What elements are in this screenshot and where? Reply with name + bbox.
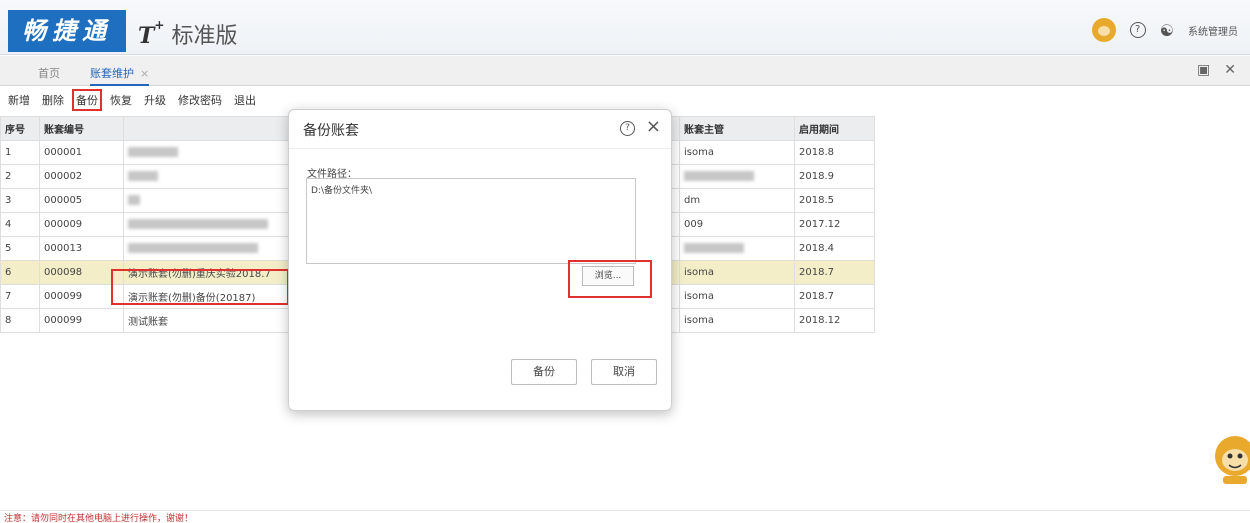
cell-index: 1 [0, 140, 40, 165]
dialog-divider [289, 148, 671, 149]
cancel-button[interactable]: 取消 [591, 359, 657, 385]
cell-owner: 009 [679, 212, 795, 237]
file-path-input[interactable]: D:\备份文件夹\ [306, 178, 636, 264]
cell-code: 000005 [39, 188, 124, 213]
close-icon[interactable]: × [140, 67, 149, 80]
cell-period: 2018.4 [794, 236, 875, 261]
backup-button[interactable]: 备份 [72, 89, 102, 111]
tab-account-maintenance[interactable]: 账套维护 × [90, 65, 150, 86]
cell-index: 6 [0, 260, 40, 285]
cell-code: 000002 [39, 164, 124, 189]
col-owner[interactable]: 账套主管 [679, 116, 795, 141]
tab-label: 账套维护 [90, 67, 134, 80]
cell-code: 000099 [39, 308, 124, 333]
col-period[interactable]: 启用期间 [794, 116, 875, 141]
window-controls: ▣ ✕ [1197, 62, 1236, 78]
upgrade-button[interactable]: 升级 [142, 91, 168, 109]
redacted-name [128, 243, 258, 253]
brand-logo: 畅捷通 [8, 10, 126, 52]
redacted-name [128, 171, 158, 181]
col-index[interactable]: 序号 [0, 116, 40, 141]
cell-code: 000001 [39, 140, 124, 165]
backup-confirm-button[interactable]: 备份 [511, 359, 577, 385]
cell-owner: isoma [679, 140, 795, 165]
edition-plus: + [154, 18, 165, 32]
cell-owner: isoma [679, 284, 795, 309]
monkey-assistant-icon[interactable] [1091, 18, 1116, 42]
cell-owner [679, 236, 795, 261]
cell-owner [679, 164, 795, 189]
header-actions: ? ☯ 系统管理员 [1091, 18, 1238, 42]
close-window-icon[interactable]: ✕ [1224, 62, 1236, 78]
change-password-button[interactable]: 修改密码 [176, 91, 224, 109]
cell-index: 8 [0, 308, 40, 333]
dialog-title: 备份账套 [303, 123, 359, 139]
cell-index: 7 [0, 284, 40, 309]
cell-index: 4 [0, 212, 40, 237]
cell-index: 2 [0, 164, 40, 189]
help-icon[interactable]: ? [620, 121, 635, 136]
redacted-name [128, 195, 140, 205]
redacted-owner [684, 243, 744, 253]
edition-t: T [138, 23, 155, 49]
backup-dialog: 备份账套 ? × 文件路径： D:\备份文件夹\ 浏览... 备份 取消 [288, 109, 672, 411]
help-icon[interactable]: ? [1129, 22, 1146, 38]
app-header: 畅捷通 T+ 标准版 ? ☯ 系统管理员 [0, 0, 1250, 55]
restore-button[interactable]: 恢复 [108, 91, 134, 109]
cell-period: 2018.9 [794, 164, 875, 189]
cell-period: 2018.12 [794, 308, 875, 333]
cell-period: 2018.7 [794, 260, 875, 285]
monkey-mascot-icon[interactable] [1205, 428, 1250, 486]
tab-bar: 首页 账套维护 × ▣ ✕ [0, 56, 1250, 86]
edition-label: 标准版 [171, 24, 238, 49]
cell-period: 2018.8 [794, 140, 875, 165]
col-code[interactable]: 账套编号 [39, 116, 124, 141]
redacted-name [128, 147, 178, 157]
maximize-icon[interactable]: ▣ [1197, 62, 1210, 78]
redacted-name [128, 219, 268, 229]
tab-home[interactable]: 首页 [38, 65, 60, 81]
redacted-owner [684, 171, 754, 181]
new-button[interactable]: 新增 [6, 91, 32, 109]
cell-period: 2017.12 [794, 212, 875, 237]
exit-button[interactable]: 退出 [232, 91, 258, 109]
cell-period: 2018.7 [794, 284, 875, 309]
close-icon[interactable]: × [646, 116, 661, 137]
highlight-selected-account [111, 269, 289, 305]
cell-index: 3 [0, 188, 40, 213]
delete-button[interactable]: 删除 [40, 91, 66, 109]
cell-period: 2018.5 [794, 188, 875, 213]
cell-code: 000009 [39, 212, 124, 237]
browse-button[interactable]: 浏览... [582, 266, 634, 286]
cell-code: 000013 [39, 236, 124, 261]
product-edition: T+ 标准版 [138, 18, 237, 50]
user-icon[interactable]: ☯ [1160, 21, 1174, 40]
cell-owner: isoma [679, 308, 795, 333]
status-bar: 注意：请勿同时在其他电脑上进行操作，谢谢！ [0, 510, 1250, 523]
cell-owner: isoma [679, 260, 795, 285]
cell-index: 5 [0, 236, 40, 261]
user-name[interactable]: 系统管理员 [1188, 23, 1238, 38]
cell-owner: dm [679, 188, 795, 213]
